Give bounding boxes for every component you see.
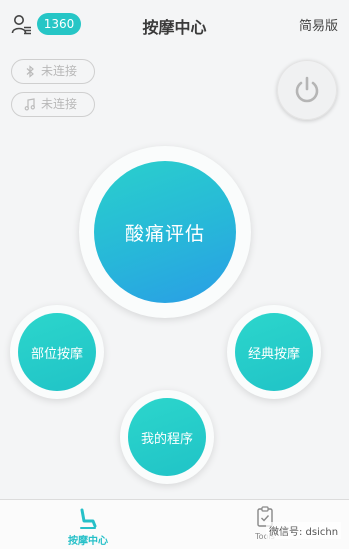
music-note-icon [24, 98, 35, 111]
simple-mode-button[interactable]: 简易版 [299, 15, 338, 34]
classic-massage-label: 经典按摩 [235, 313, 313, 391]
audio-status-label: 未连接 [41, 97, 78, 111]
tab-massage-center[interactable]: 按摩中心 [58, 504, 118, 548]
tab-massage-center-label: 按摩中心 [68, 536, 108, 547]
audio-status[interactable]: 未连接 [11, 92, 95, 117]
points-badge[interactable]: 1360 [37, 13, 81, 35]
wechat-watermark: 微信号: dsichn [266, 522, 342, 539]
bluetooth-status[interactable]: 未连接 [11, 59, 95, 84]
classic-massage-button[interactable]: 经典按摩 [227, 305, 321, 399]
my-programs-label: 我的程序 [128, 398, 206, 476]
power-button[interactable] [277, 60, 337, 120]
bluetooth-status-label: 未连接 [41, 64, 78, 78]
massage-chair-icon [80, 508, 97, 529]
bluetooth-icon [26, 65, 34, 78]
header-bar: 1360 按摩中心 简易版 [0, 0, 349, 50]
user-menu-icon[interactable] [11, 14, 33, 36]
pain-assessment-label: 酸痛评估 [94, 161, 236, 303]
power-icon [295, 76, 319, 103]
body-part-massage-button[interactable]: 部位按摩 [10, 305, 104, 399]
my-programs-button[interactable]: 我的程序 [120, 390, 214, 484]
pain-assessment-button[interactable]: 酸痛评估 [79, 146, 251, 318]
body-part-massage-label: 部位按摩 [18, 313, 96, 391]
